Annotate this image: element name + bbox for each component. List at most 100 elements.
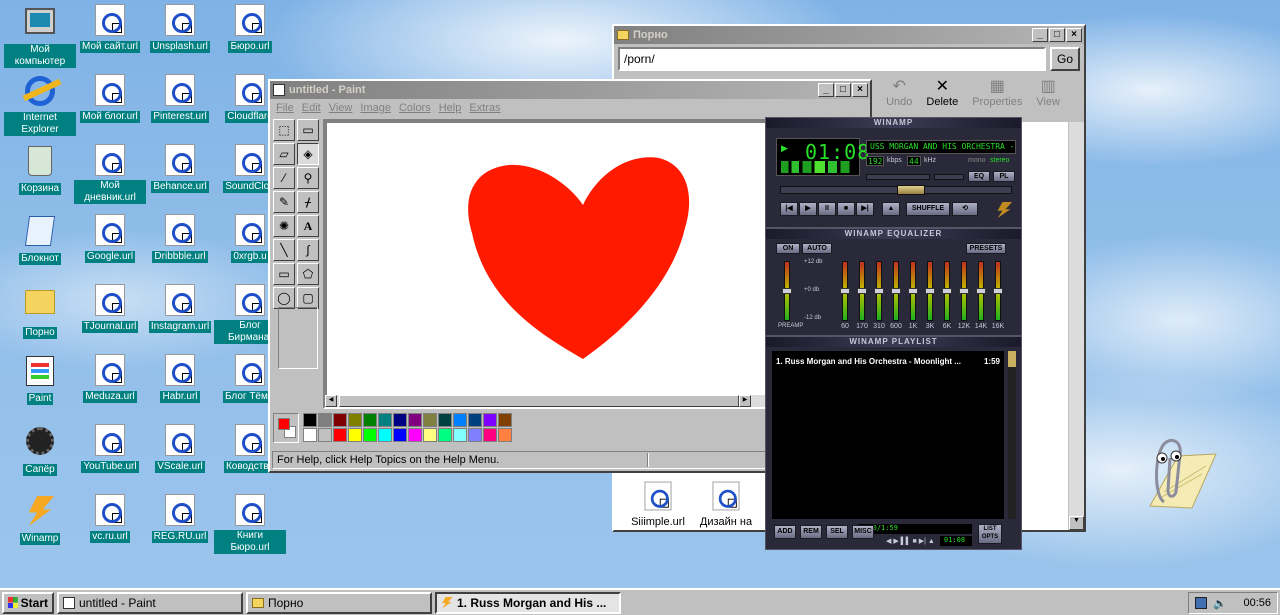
desktop-icon[interactable]: Unsplash.url [144,4,216,53]
menu-colors[interactable]: Colors [395,102,435,114]
desktop-icon[interactable]: vc.ru.url [74,494,146,543]
winamp-equalizer-window[interactable]: WINAMP EQUALIZER ON AUTO PRESETS +12 db … [765,228,1022,336]
playlist-scroll-thumb[interactable] [1008,351,1016,367]
playlist-mini-controls[interactable]: ◀ ▶ ▌▌ ■ ▶| ▲ [886,537,935,545]
eq-slider-knob[interactable] [942,288,952,294]
color-picker-tool-icon[interactable]: ⁄ [273,167,295,189]
desktop-icon[interactable]: Бюро.url [214,4,286,53]
desktop-icon[interactable]: Порно [4,284,76,339]
eq-toggle-button[interactable]: EQ [968,171,990,182]
equalizer-titlebar[interactable]: WINAMP EQUALIZER [766,229,1021,239]
desktop-icon[interactable]: Блокнот [4,214,76,265]
eq-slider[interactable] [891,261,901,321]
eq-slider[interactable] [857,261,867,321]
winamp-playlist-window[interactable]: WINAMP PLAYLIST 1. Russ Morgan and His O… [765,336,1022,550]
eq-slider[interactable] [782,261,792,321]
pause-icon[interactable]: II [818,202,836,216]
menu-extras[interactable]: Extras [465,102,504,114]
desktop-icon[interactable]: Сапёр [4,424,76,476]
color-swatch[interactable] [333,413,347,427]
playlist-list[interactable]: 1. Russ Morgan and His Orchestra - Moonl… [772,351,1004,519]
toolbar-view-button[interactable]: ▥ View [1036,78,1060,108]
color-swatch[interactable] [393,428,407,442]
desktop-icon[interactable]: Internet Explorer [4,74,76,136]
eject-icon[interactable]: ▲ [882,202,900,216]
playlist-entry[interactable]: 1. Russ Morgan and His Orchestra - Moonl… [776,357,1000,366]
address-input[interactable] [618,47,1046,71]
eq-slider-knob[interactable] [993,288,1003,294]
eq-slider-knob[interactable] [976,288,986,294]
eq-slider-knob[interactable] [908,288,918,294]
scroll-right-arrow-icon[interactable]: ▶ [739,395,751,407]
network-icon[interactable] [1195,597,1207,609]
color-swatch[interactable] [453,413,467,427]
winamp-logo-icon[interactable] [997,202,1012,218]
eq-slider-knob[interactable] [959,288,969,294]
explorer-titlebar[interactable]: Порно _ □ × [614,26,1084,44]
play-icon[interactable]: ▶ [799,202,817,216]
playlist-add-button[interactable]: ADD [774,525,796,539]
pencil-tool-icon[interactable]: ✎ [273,191,295,213]
minimize-button[interactable]: _ [1032,28,1048,42]
desktop-icon[interactable]: Paint [4,354,76,405]
menu-view[interactable]: View [325,102,357,114]
desktop-icon[interactable]: VScale.url [144,424,216,473]
color-swatch[interactable] [408,428,422,442]
taskbar-paint[interactable]: untitled - Paint [57,591,243,614]
eq-slider[interactable] [840,261,850,321]
playlist-scrollbar[interactable] [1008,351,1016,519]
eq-slider[interactable] [942,261,952,321]
minimize-button[interactable]: _ [818,83,834,97]
eq-slider-knob[interactable] [840,288,850,294]
polygon-tool-icon[interactable]: ⬠ [297,263,319,285]
desktop-icon[interactable]: Корзина [4,144,76,195]
volume-slider[interactable] [866,174,930,180]
playlist-rem-button[interactable]: REM [800,525,822,539]
clippy-assistant[interactable] [1128,436,1218,512]
color-swatch[interactable] [348,413,362,427]
taskbar-winamp[interactable]: 1. Russ Morgan and His ... [435,591,621,614]
desktop-icon[interactable]: REG.RU.url [144,494,216,543]
taskbar-explorer[interactable]: Порно [246,591,432,614]
curve-tool-icon[interactable]: ∫ [297,239,319,261]
eq-auto-button[interactable]: AUTO [802,243,832,254]
color-swatch[interactable] [318,428,332,442]
magnifier-tool-icon[interactable]: ⚲ [297,167,319,189]
song-ticker[interactable]: USS MORGAN AND HIS ORCHESTRA - [866,140,1016,154]
fill-tool-icon[interactable]: ◈ [297,143,319,165]
clock[interactable]: 00:56 [1243,597,1271,609]
desktop-icon[interactable]: Мой дневник.url [74,144,146,204]
stop-icon[interactable]: ■ [837,202,855,216]
free-select-tool-icon[interactable]: ⬚ [273,119,295,141]
close-button[interactable]: × [852,83,868,97]
toolbar-properties-button[interactable]: ▦ Properties [972,78,1022,108]
scroll-left-arrow-icon[interactable]: ◀ [325,395,337,407]
desktop-icon[interactable]: Meduza.url [74,354,146,403]
volume-icon[interactable]: 🔈 [1213,597,1227,610]
toolbar-delete-button[interactable]: ✕ Delete [926,78,958,108]
scroll-down-arrow-icon[interactable]: ▼ [1069,516,1084,530]
eq-slider[interactable] [925,261,935,321]
eq-slider-knob[interactable] [782,288,792,294]
eq-slider[interactable] [976,261,986,321]
repeat-icon[interactable]: ⟲ [952,202,978,216]
shuffle-button[interactable]: SHUFFLE [906,202,950,216]
horizontal-scrollbar[interactable]: ◀ ▶ [325,395,769,407]
rect-select-tool-icon[interactable]: ▭ [297,119,319,141]
drawing-canvas[interactable] [327,123,769,395]
desktop-icon[interactable]: Мой блог.url [74,74,146,123]
close-button[interactable]: × [1066,28,1082,42]
ellipse-tool-icon[interactable]: ◯ [273,287,295,309]
winamp-main-window[interactable]: WINAMP ▶ 01:08 USS MORGAN AND HIS ORCHES… [765,117,1022,228]
eq-slider[interactable] [959,261,969,321]
scroll-thumb[interactable] [339,395,739,407]
playlist-titlebar[interactable]: WINAMP PLAYLIST [766,337,1021,347]
start-button[interactable]: Start [2,591,54,614]
brush-tool-icon[interactable]: ᚋ [297,191,319,213]
file-item[interactable]: Дизайн на [690,480,762,528]
color-swatch[interactable] [363,428,377,442]
color-swatch[interactable] [423,413,437,427]
eq-slider[interactable] [908,261,918,321]
text-tool-icon[interactable]: A [297,215,319,237]
desktop-icon[interactable]: Книги Бюро.url [214,494,286,554]
